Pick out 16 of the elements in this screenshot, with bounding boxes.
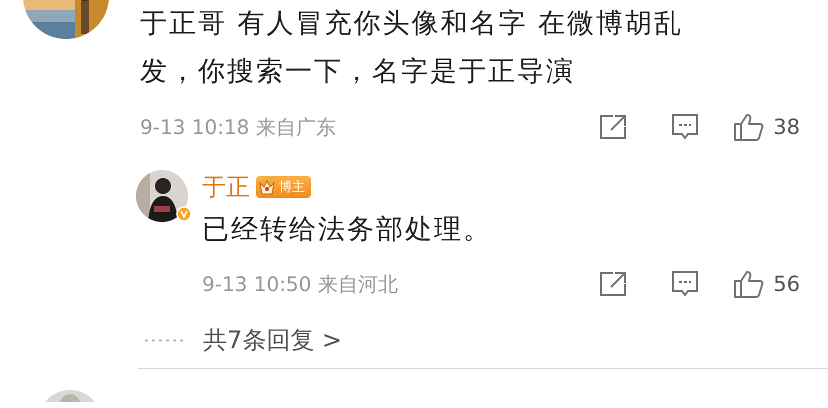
crown-icon — [258, 178, 276, 196]
share-icon[interactable] — [599, 114, 628, 140]
share-icon[interactable] — [599, 271, 628, 297]
thumbs-up-icon[interactable] — [733, 269, 766, 299]
reply-text: 已经转给法务部处理。 — [202, 213, 493, 247]
comment-text: 于正哥 有人冒充你头像和名字 在微博胡乱发，你搜索一下，名字是于正导演 — [140, 7, 684, 89]
like-count: 38 — [773, 115, 800, 139]
dotted-line-icon — [145, 338, 185, 342]
badge-label: 博主 — [279, 179, 305, 196]
thumbs-up-icon[interactable] — [733, 112, 766, 142]
reply-meta: 9-13 10:50 来自河北 — [202, 270, 398, 298]
comment-icon[interactable] — [671, 113, 700, 141]
comment-icon[interactable] — [671, 270, 700, 298]
like-count: 56 — [773, 272, 800, 296]
more-replies-link[interactable]: 共7条回复 > — [203, 324, 342, 356]
comment-meta: 9-13 10:18 来自广东 — [140, 114, 336, 140]
